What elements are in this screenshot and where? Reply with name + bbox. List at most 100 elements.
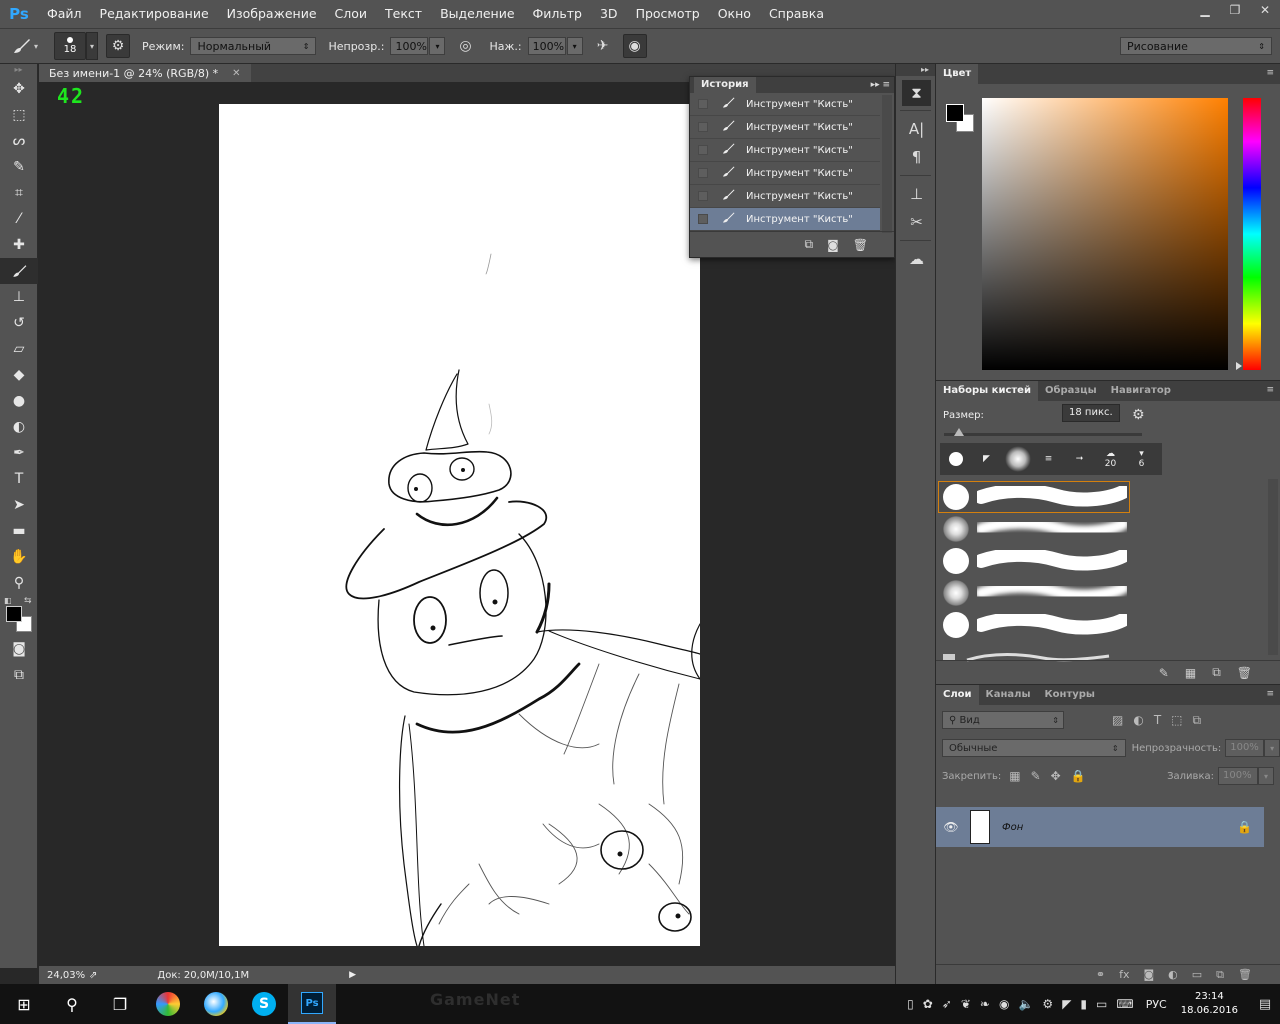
move-tool-icon[interactable]: ✥ (0, 76, 38, 102)
trash-icon[interactable]: 🗑 (853, 238, 868, 252)
record-tray-icon[interactable]: ◉ (999, 997, 1009, 1011)
history-snapshot-checkbox[interactable] (698, 122, 708, 132)
lock-all-icon[interactable]: 🔒 (1071, 769, 1086, 783)
menu-select[interactable]: Выделение (431, 0, 523, 28)
toggle-brush-panel-icon[interactable]: ✎ (1159, 666, 1169, 680)
swap-colors-icon[interactable]: ⇆ (24, 596, 32, 606)
usb-icon[interactable]: ▯ (907, 997, 914, 1011)
pressure-input[interactable]: 100% (527, 37, 566, 55)
color-picker-field[interactable] (982, 98, 1228, 370)
taskbar-app-skype[interactable]: S (240, 984, 288, 1024)
document-canvas[interactable] (219, 104, 700, 946)
tab-brush-presets[interactable]: Наборы кистей (936, 381, 1038, 401)
brush-panel-toggle-icon[interactable]: ⚙ (106, 34, 130, 58)
brush-tool-icon[interactable] (0, 258, 38, 284)
adjustment-filter-icon[interactable]: ◐ (1133, 713, 1143, 728)
opacity-arrow[interactable]: ▾ (1264, 739, 1280, 757)
image-filter-icon[interactable]: ▨ (1112, 713, 1123, 728)
panel-menu-icon[interactable]: ≡ (1266, 68, 1274, 78)
grid-view-icon[interactable]: ▦ (1185, 666, 1196, 680)
input-language[interactable]: РУС (1146, 998, 1167, 1011)
crop-tool-icon[interactable]: ⌗ (0, 180, 38, 206)
restore-icon[interactable]: ❐ (1220, 0, 1250, 20)
pressure-size-icon[interactable]: ◉ (622, 34, 647, 58)
keyboard-icon[interactable]: ⌨ (1116, 997, 1133, 1011)
pen-tool-icon[interactable]: ✒ (0, 440, 38, 466)
history-tab[interactable]: История (694, 77, 756, 93)
foreground-color-swatch[interactable] (946, 104, 964, 122)
pressure-slider-arrow[interactable]: ▾ (566, 37, 583, 55)
tab-paths[interactable]: Контуры (1038, 685, 1102, 705)
status-menu-arrow[interactable]: ▶ (349, 970, 356, 980)
app-tray-icon[interactable]: ✿ (923, 997, 933, 1011)
layer-style-icon[interactable]: fx (1119, 968, 1129, 981)
blur-tool-icon[interactable]: ● (0, 388, 38, 414)
volume-icon[interactable]: 🔈 (1018, 997, 1033, 1011)
tip-chisel[interactable]: ◤ (971, 443, 1002, 475)
rectangle-tool-icon[interactable]: ▬ (0, 518, 38, 544)
history-snapshot-checkbox[interactable] (698, 145, 708, 155)
workspace-select[interactable]: Рисование ⇕ (1120, 37, 1272, 55)
screen-mode-icon[interactable]: ⧉ (0, 662, 38, 688)
tab-navigator[interactable]: Навигатор (1104, 381, 1178, 401)
history-item[interactable]: Инструмент "Кисть" (690, 185, 880, 208)
history-scrollbar[interactable] (882, 95, 892, 233)
brush-preset-item[interactable] (938, 577, 1130, 609)
dodge-tool-icon[interactable]: ◐ (0, 414, 38, 440)
brush-picker-arrow[interactable]: ▾ (86, 32, 98, 60)
hue-slider[interactable] (1243, 98, 1261, 370)
share-icon[interactable]: ⇗ (89, 970, 97, 981)
lasso-tool-icon[interactable]: ᔕ (0, 128, 38, 154)
size-input[interactable]: 18 пикс. (1062, 404, 1120, 422)
trash-icon[interactable]: 🗑 (1238, 968, 1252, 981)
tip-brush-2[interactable]: ➞ (1064, 443, 1095, 475)
brush-preset-item[interactable] (938, 481, 1130, 513)
menu-3d[interactable]: 3D (591, 0, 627, 28)
history-item[interactable]: Инструмент "Кисть" (690, 93, 880, 116)
panel-menu-icon[interactable]: ≡ (1266, 385, 1274, 395)
history-snapshot-checkbox[interactable] (698, 191, 708, 201)
character-panel-icon[interactable]: A| (896, 115, 937, 143)
steam-icon[interactable]: ⚙ (1042, 997, 1053, 1011)
close-icon[interactable]: ✕ (1250, 0, 1280, 20)
brush-preset-item[interactable] (938, 545, 1130, 577)
close-tab-icon[interactable]: ✕ (232, 68, 240, 79)
smart-filter-icon[interactable]: ⧉ (1193, 713, 1202, 728)
tip-brush-1[interactable]: ≡ (1033, 443, 1064, 475)
tool-presets-panel-icon[interactable]: ✂ (896, 208, 937, 236)
history-snapshot-checkbox[interactable] (698, 214, 708, 224)
layer-row[interactable]: 👁 Фон 🔒 (936, 807, 1264, 847)
lock-transparent-icon[interactable]: ▦ (1009, 769, 1020, 783)
menu-file[interactable]: Файл (38, 0, 91, 28)
arrow-tray-icon[interactable]: ➶ (942, 997, 952, 1011)
mode-select[interactable]: Нормальный ⇕ (190, 37, 317, 55)
type-tool-icon[interactable]: T (0, 466, 38, 492)
dock-grip[interactable]: ▸▸ (896, 64, 935, 76)
photoshop-logo[interactable]: Ps (0, 0, 38, 28)
history-item[interactable]: Инструмент "Кисть" (690, 162, 880, 185)
zoom-tool-icon[interactable]: ⚲ (0, 570, 38, 596)
paragraph-panel-icon[interactable]: ¶ (896, 143, 937, 171)
add-mask-icon[interactable]: ◙ (1143, 968, 1154, 981)
brush-preset-item[interactable] (938, 609, 1130, 641)
menu-type[interactable]: Текст (376, 0, 431, 28)
lock-position-icon[interactable]: ✥ (1051, 769, 1061, 783)
tip-spatter-20[interactable]: ☁ 20 (1095, 443, 1126, 475)
quick-select-tool-icon[interactable]: ✎ (0, 154, 38, 180)
menu-image[interactable]: Изображение (218, 0, 326, 28)
nvidia-icon[interactable]: ◤ (1062, 997, 1071, 1011)
menu-layers[interactable]: Слои (326, 0, 377, 28)
chat-tray-icon[interactable]: ▭ (1096, 997, 1107, 1011)
document-tab[interactable]: Без имени-1 @ 24% (RGB/8) * ✕ (39, 64, 251, 82)
minimize-icon[interactable]: ▁ (1190, 0, 1220, 20)
brush-list-scrollbar[interactable] (1268, 479, 1278, 655)
panel-menu-icon[interactable]: ≡ (1266, 689, 1274, 699)
new-layer-icon[interactable]: ⧉ (1216, 968, 1224, 982)
lock-pixels-icon[interactable]: ✎ (1031, 769, 1041, 783)
brush-preset-item[interactable] (938, 513, 1130, 545)
menu-help[interactable]: Справка (760, 0, 833, 28)
brush-preset-picker[interactable]: 18 (54, 32, 86, 60)
size-slider[interactable] (944, 433, 1142, 436)
new-group-icon[interactable]: ▭ (1192, 968, 1202, 981)
history-brush-tool-icon[interactable]: ↺ (0, 310, 38, 336)
